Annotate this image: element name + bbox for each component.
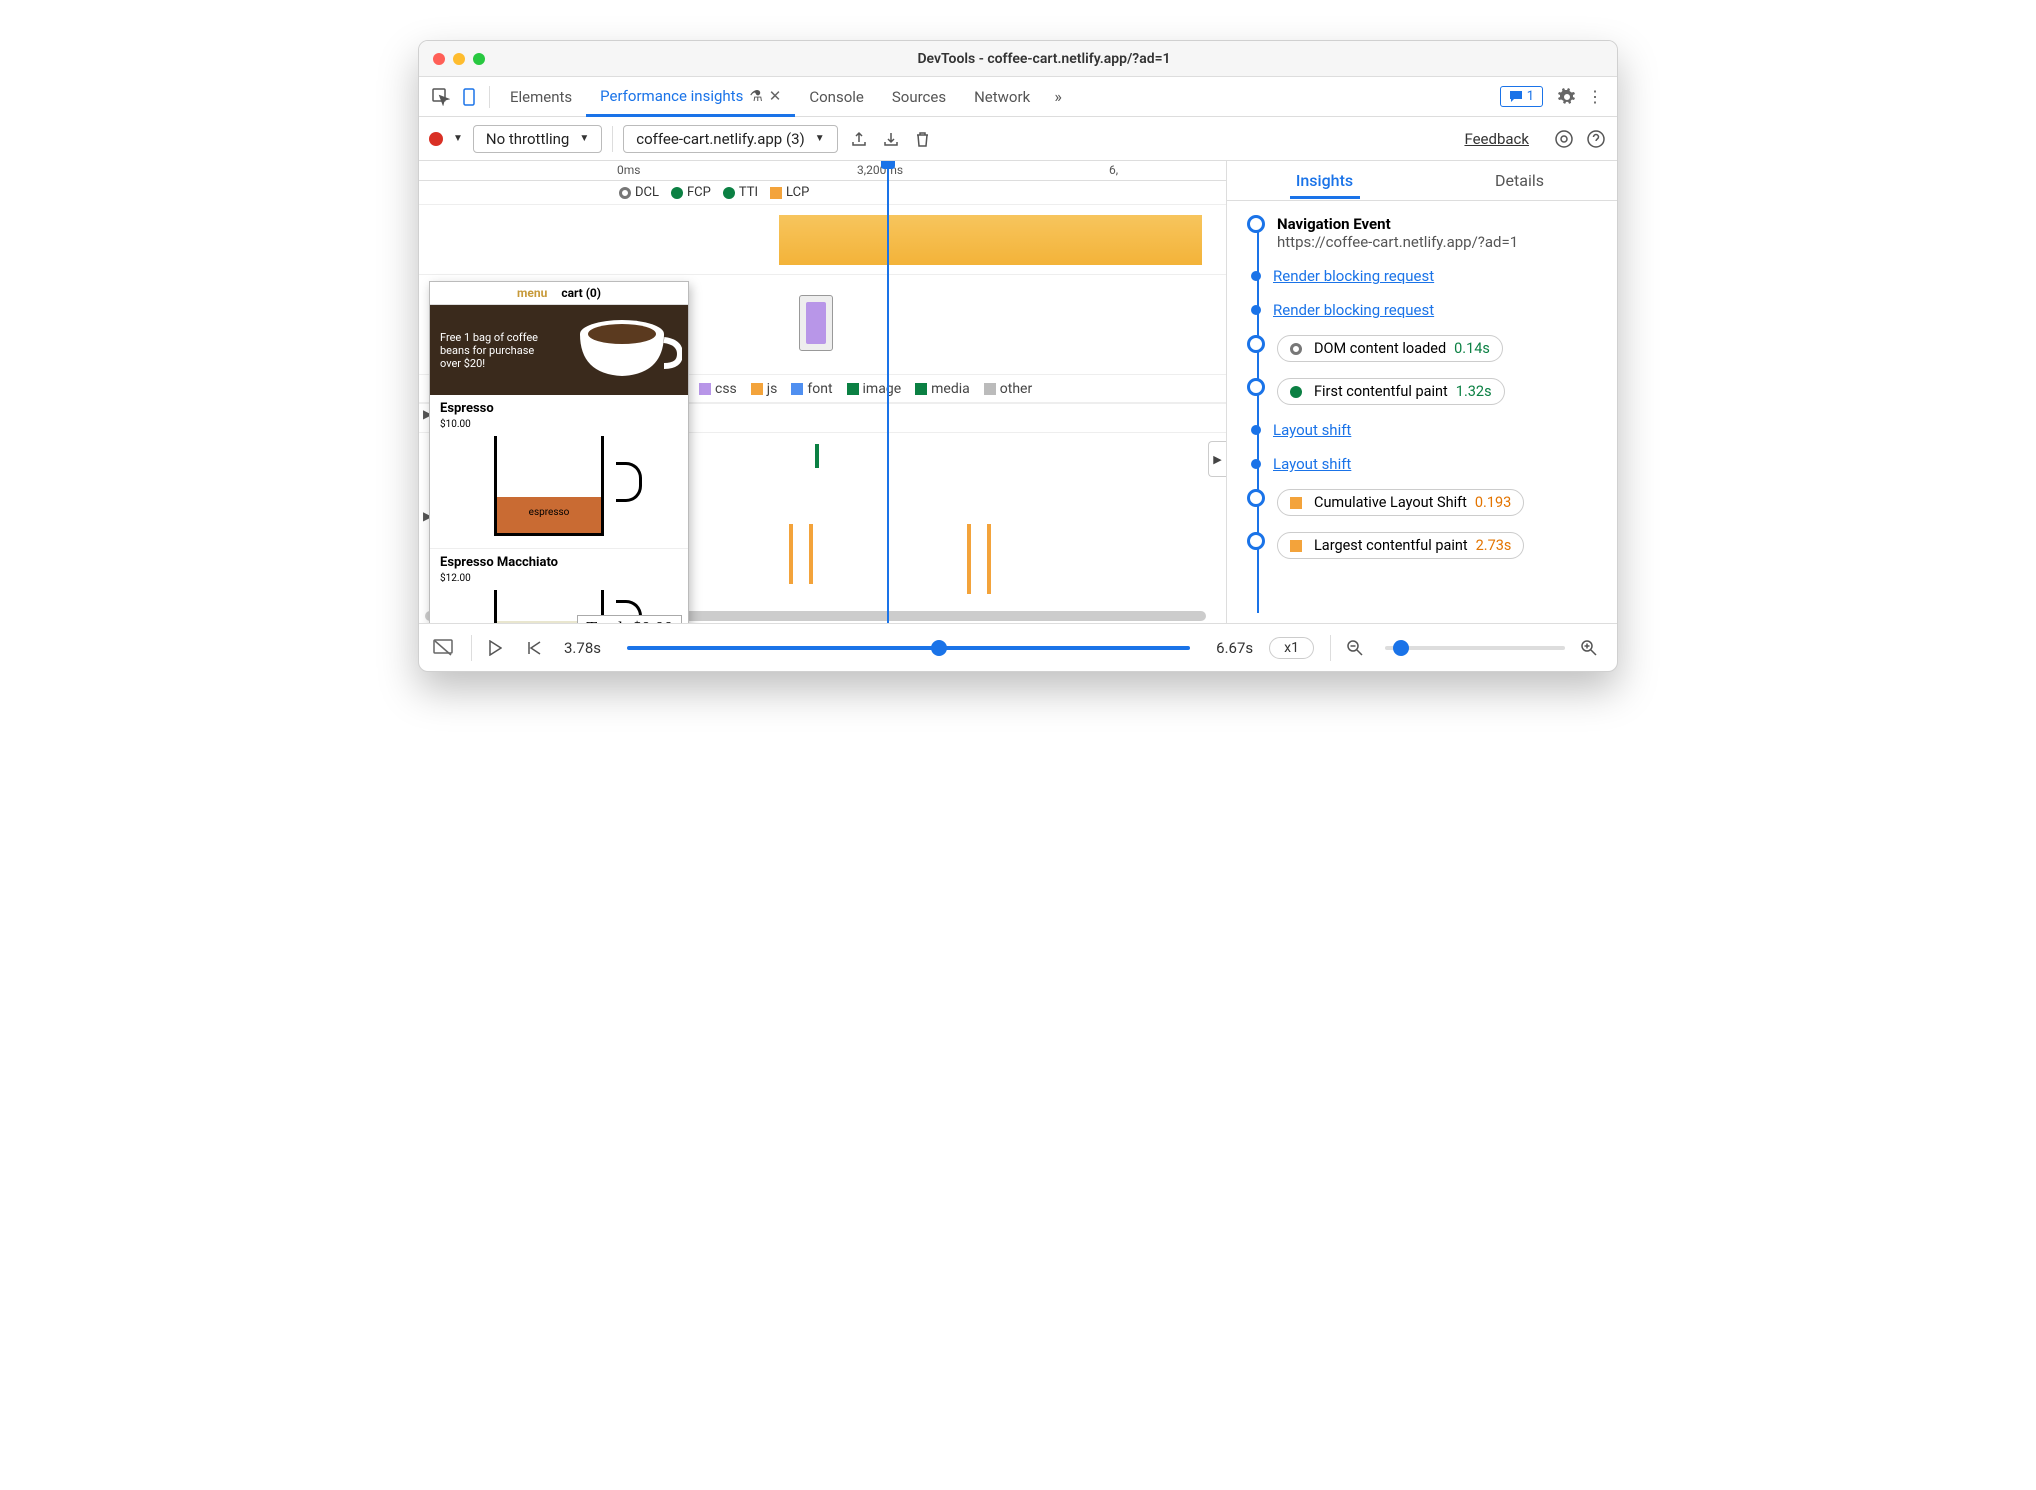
tab-sources[interactable]: Sources — [878, 77, 960, 116]
preview-banner: Free 1 bag of coffee beans for purchase … — [430, 305, 688, 395]
long-task-bar[interactable] — [779, 215, 1202, 265]
time-axis: 0ms 3,200ms 6, — [419, 161, 1226, 181]
speed-pill[interactable]: x1 — [1269, 637, 1314, 659]
throttling-dropdown[interactable]: No throttling▼ — [473, 125, 602, 153]
inspect-icon[interactable] — [427, 83, 455, 111]
css-swatch-icon — [699, 383, 711, 395]
time-slider[interactable] — [627, 646, 1190, 650]
delete-icon[interactable] — [912, 128, 934, 150]
tti-marker-icon — [723, 187, 735, 199]
timeline-node-icon — [1247, 335, 1265, 353]
lcp-icon — [1290, 540, 1302, 552]
total-time: 6.67s — [1216, 639, 1253, 657]
timeline-dot-icon — [1251, 271, 1261, 281]
timeline-dot-icon — [1251, 459, 1261, 469]
timeline-dot-icon — [1251, 305, 1261, 315]
image-swatch-icon — [847, 383, 859, 395]
device-toolbar-icon[interactable] — [455, 83, 483, 111]
zoom-in-icon[interactable] — [1581, 640, 1603, 656]
page-preview: menu cart (0) Free 1 bag of coffee beans… — [429, 281, 689, 623]
preview-menu-link: menu — [517, 286, 547, 300]
beta-icon: ⚗ — [749, 87, 762, 105]
preview-total: Total: $0.00 — [577, 615, 682, 623]
render-blocking-link[interactable]: Render blocking request — [1273, 267, 1434, 285]
dcl-icon — [1290, 343, 1302, 355]
record-options-caret-icon[interactable]: ▼ — [453, 133, 463, 144]
dcl-marker-icon — [619, 187, 631, 199]
titlebar: DevTools - coffee-cart.netlify.app/?ad=1 — [419, 41, 1617, 77]
marker-legend: DCL FCP TTI LCP — [419, 181, 1226, 205]
insights-tabs: Insights Details — [1227, 161, 1617, 201]
minimize-window-icon[interactable] — [453, 53, 465, 65]
tab-performance-insights[interactable]: Performance insights ⚗ ✕ — [586, 78, 795, 117]
close-tab-icon[interactable]: ✕ — [769, 87, 782, 105]
lcp-marker-icon — [770, 187, 782, 199]
layout-shift-link[interactable]: Layout shift — [1273, 455, 1351, 473]
timeline-footer: 3.78s 6.67s x1 — [419, 623, 1617, 671]
settings-gear-icon[interactable] — [1553, 83, 1581, 111]
no-screencast-icon[interactable] — [433, 639, 455, 657]
timeline-node-icon — [1247, 378, 1265, 396]
media-swatch-icon — [915, 383, 927, 395]
zoom-window-icon[interactable] — [473, 53, 485, 65]
navigation-event[interactable]: Navigation Event https://coffee-cart.net… — [1277, 215, 1518, 251]
lcp-pill[interactable]: Largest contentful paint 2.73s — [1277, 532, 1524, 559]
preview-cart-link: cart (0) — [561, 286, 601, 300]
rewind-icon[interactable] — [526, 640, 548, 656]
tab-details[interactable]: Details — [1422, 161, 1617, 200]
messages-badge[interactable]: 1 — [1500, 86, 1543, 107]
import-icon[interactable] — [880, 128, 902, 150]
feedback-link[interactable]: Feedback — [1464, 130, 1529, 148]
play-icon[interactable] — [488, 640, 510, 656]
window-title: DevTools - coffee-cart.netlify.app/?ad=1 — [485, 51, 1603, 67]
collapse-sidebar-button[interactable]: ▶ — [1208, 441, 1226, 477]
tab-console[interactable]: Console — [795, 77, 878, 116]
record-button-icon[interactable] — [429, 132, 443, 146]
timeline-node-icon — [1247, 215, 1265, 233]
render-blocking-link[interactable]: Render blocking request — [1273, 301, 1434, 319]
timeline-dot-icon — [1251, 425, 1261, 435]
js-swatch-icon — [751, 383, 763, 395]
tab-insights[interactable]: Insights — [1227, 161, 1422, 200]
fcp-pill[interactable]: First contentful paint 1.32s — [1277, 378, 1505, 405]
panel-tabs: Elements Performance insights ⚗ ✕ Consol… — [419, 77, 1617, 117]
traffic-lights — [433, 53, 485, 65]
playhead-time: 3.78s — [564, 639, 601, 657]
cls-icon — [1290, 497, 1302, 509]
main-thread-track[interactable] — [419, 205, 1226, 275]
kebab-menu-icon[interactable]: ⋮ — [1581, 83, 1609, 111]
insights-panel: Insights Details Navigation Event https:… — [1227, 161, 1617, 623]
panel-settings-icon[interactable] — [1553, 128, 1575, 150]
session-dropdown[interactable]: coffee-cart.netlify.app (3)▼ — [623, 125, 837, 153]
other-swatch-icon — [984, 383, 996, 395]
timeline-node-icon — [1247, 532, 1265, 550]
dcl-pill[interactable]: DOM content loaded 0.14s — [1277, 335, 1503, 362]
filmstrip-frame[interactable] — [799, 295, 833, 351]
timeline-pane[interactable]: 0ms 3,200ms 6, DCL FCP TTI LCP ▶ css js … — [419, 161, 1227, 623]
help-icon[interactable] — [1585, 128, 1607, 150]
playhead[interactable] — [887, 161, 889, 623]
insights-toolbar: ▼ No throttling▼ coffee-cart.netlify.app… — [419, 117, 1617, 161]
close-window-icon[interactable] — [433, 53, 445, 65]
zoom-out-icon[interactable] — [1347, 640, 1369, 656]
layout-shift-link[interactable]: Layout shift — [1273, 421, 1351, 439]
cls-pill[interactable]: Cumulative Layout Shift 0.193 — [1277, 489, 1524, 516]
tab-elements[interactable]: Elements — [496, 77, 586, 116]
playhead-knob-icon[interactable] — [881, 161, 895, 169]
main-area: 0ms 3,200ms 6, DCL FCP TTI LCP ▶ css js … — [419, 161, 1617, 623]
export-icon[interactable] — [848, 128, 870, 150]
fcp-icon — [1290, 386, 1302, 398]
timeline-node-icon — [1247, 489, 1265, 507]
zoom-slider[interactable] — [1385, 646, 1565, 650]
tab-network[interactable]: Network — [960, 77, 1044, 116]
more-tabs-icon[interactable]: » — [1044, 83, 1072, 111]
insights-list[interactable]: Navigation Event https://coffee-cart.net… — [1227, 201, 1617, 623]
devtools-window: DevTools - coffee-cart.netlify.app/?ad=1… — [418, 40, 1618, 672]
fcp-marker-icon — [671, 187, 683, 199]
font-swatch-icon — [791, 383, 803, 395]
